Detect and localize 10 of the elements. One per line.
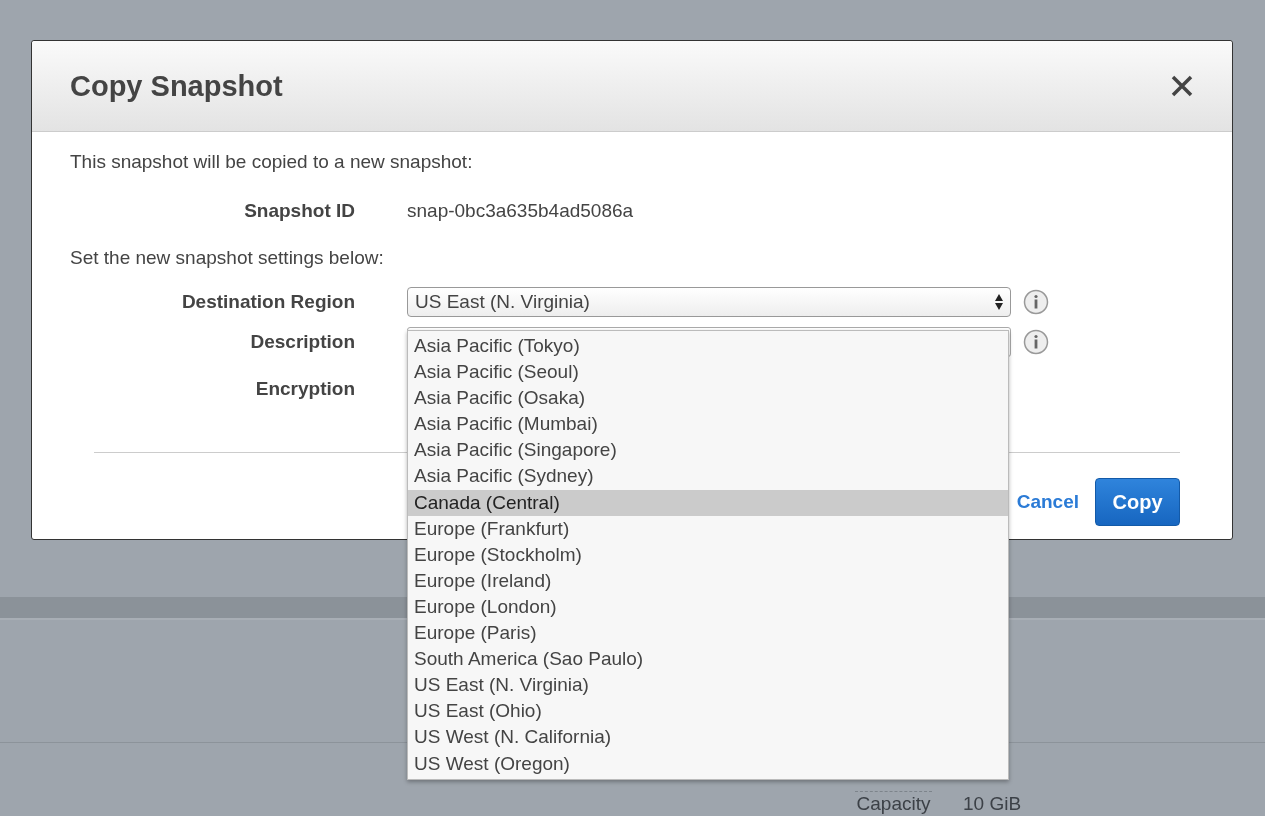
field-label: Snapshot ID: [244, 200, 355, 222]
field-label: Encryption: [255, 378, 355, 400]
dialog-title: Copy Snapshot: [70, 69, 283, 103]
detail-value: 10 GiB: [963, 792, 1023, 816]
field-label: Destination Region: [181, 291, 355, 313]
detail-label: Capacity: [855, 792, 932, 816]
intro-text: This snapshot will be copied to a new snapshot:: [70, 150, 474, 174]
field-label: Description: [250, 331, 355, 353]
settings-text: Set the new snapshot settings below:: [70, 246, 385, 270]
snapshot-id: snap-0bc3a635b4ad5086a: [407, 200, 634, 222]
